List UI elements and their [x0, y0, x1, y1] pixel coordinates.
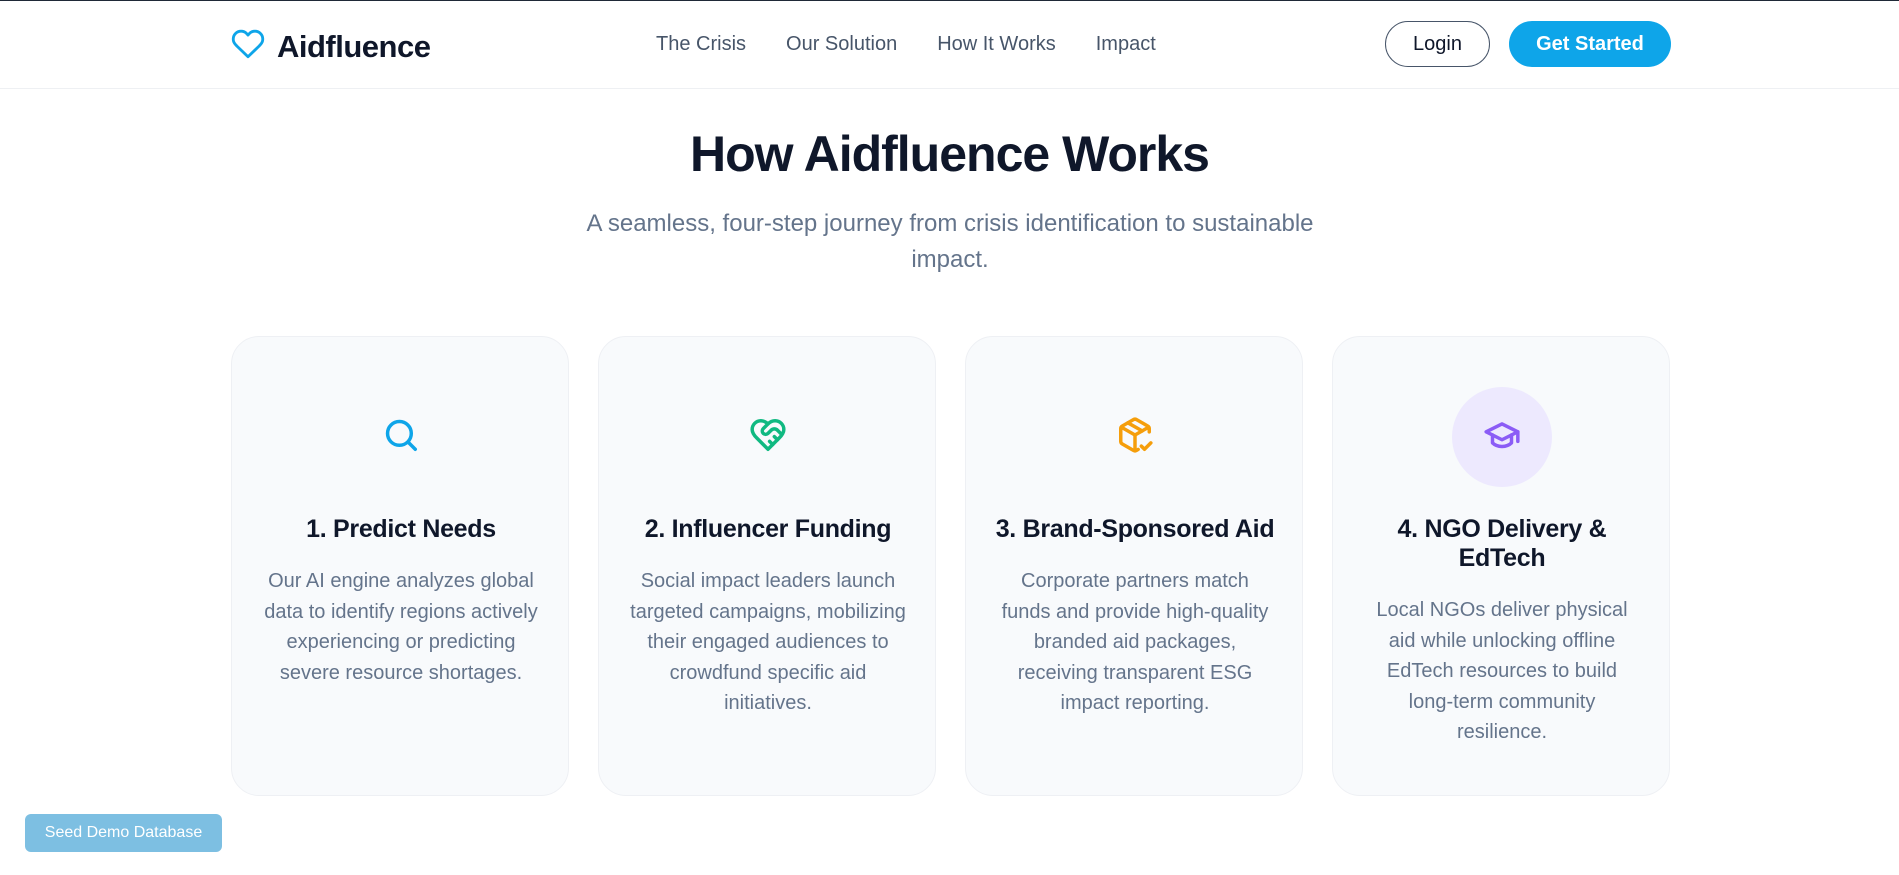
step-title: 3. Brand-Sponsored Aid — [995, 515, 1275, 543]
step-icon-container — [718, 387, 818, 487]
nav-link-the-crisis[interactable]: The Crisis — [656, 33, 746, 56]
nav-link-how-it-works[interactable]: How It Works — [937, 33, 1056, 56]
step-title: 2. Influencer Funding — [644, 515, 892, 543]
brand-name: Aidfluence — [277, 28, 431, 64]
nav-link-impact[interactable]: Impact — [1096, 33, 1156, 56]
search-icon — [382, 416, 420, 459]
step-title: 1. Predict Needs — [306, 515, 496, 543]
step-card-ngo-delivery-edtech: 4. NGO Delivery & EdTech Local NGOs deli… — [1332, 336, 1670, 796]
navbar: Aidfluence The Crisis Our Solution How I… — [0, 1, 1899, 89]
step-description: Corporate partners match funds and provi… — [1001, 570, 1269, 714]
heart-handshake-icon — [749, 416, 787, 459]
nav-link-our-solution[interactable]: Our Solution — [786, 33, 897, 56]
heart-icon — [231, 27, 265, 66]
login-button[interactable]: Login — [1385, 21, 1490, 67]
step-icon-container — [1085, 387, 1185, 487]
step-icon-container — [351, 387, 451, 487]
section-subtitle: A seamless, four-step journey from crisi… — [586, 210, 1314, 273]
seed-demo-database-button[interactable]: Seed Demo Database — [25, 814, 222, 852]
steps-grid: 1. Predict Needs Our AI engine analyzes … — [231, 336, 1670, 796]
brand-logo[interactable]: Aidfluence — [231, 27, 431, 66]
step-description: Local NGOs deliver physical aid while un… — [1376, 599, 1628, 743]
step-card-predict-needs: 1. Predict Needs Our AI engine analyzes … — [231, 336, 569, 796]
package-check-icon — [1116, 416, 1154, 459]
get-started-button[interactable]: Get Started — [1509, 21, 1671, 67]
main-nav: The Crisis Our Solution How It Works Imp… — [656, 33, 1156, 56]
section-title: How Aidfluence Works — [690, 126, 1210, 182]
step-title: 4. NGO Delivery & EdTech — [1397, 515, 1607, 572]
step-card-brand-sponsored-aid: 3. Brand-Sponsored Aid Corporate partner… — [965, 336, 1303, 796]
step-description: Our AI engine analyzes global data to id… — [264, 570, 538, 684]
step-icon-container — [1452, 387, 1552, 487]
step-description: Social impact leaders launch targeted ca… — [630, 570, 906, 714]
graduation-cap-icon — [1483, 416, 1521, 459]
step-card-influencer-funding: 2. Influencer Funding Social impact lead… — [598, 336, 936, 796]
